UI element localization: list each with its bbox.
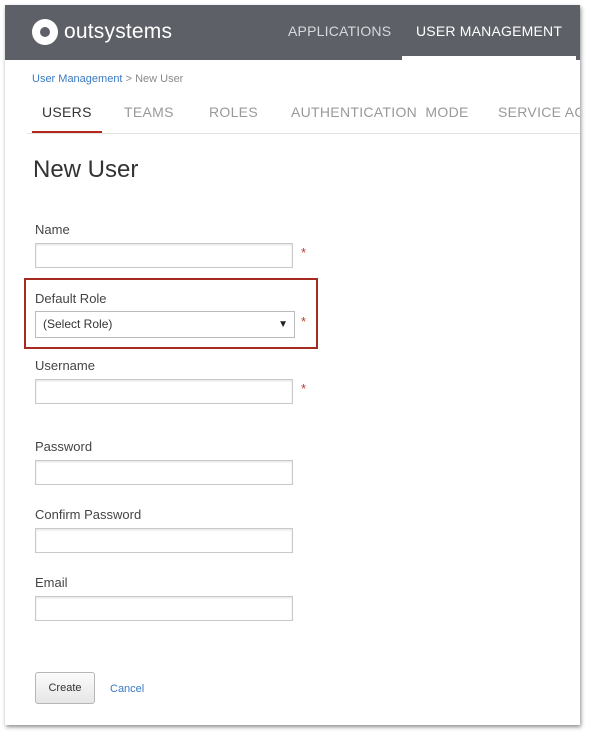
name-required-marker: * <box>301 245 307 260</box>
logo-text: outsystems <box>64 20 173 43</box>
default-role-select[interactable]: (Select Role) ▼ <box>35 311 295 338</box>
outsystems-logo[interactable]: outsystems <box>32 17 172 47</box>
create-button[interactable]: Create <box>35 672 95 704</box>
password-label: Password <box>35 439 93 454</box>
username-label: Username <box>35 358 95 373</box>
confirm-password-field[interactable] <box>35 528 293 553</box>
breadcrumb: User Management > New User <box>32 73 183 85</box>
password-field[interactable] <box>35 460 293 485</box>
topnav-applications[interactable]: APPLICATIONS <box>288 5 391 60</box>
name-label: Name <box>35 222 70 237</box>
logo-circle-icon <box>32 19 58 45</box>
tab-users[interactable]: USERS <box>32 93 102 133</box>
name-field[interactable] <box>35 243 293 268</box>
topnav-user-management[interactable]: USER MANAGEMENT <box>402 5 577 60</box>
tab-roles[interactable]: ROLES <box>209 93 258 133</box>
window-frame: outsystems APPLICATIONS USER MANAGEMENT … <box>5 5 580 725</box>
tab-teams[interactable]: TEAMS <box>124 93 174 133</box>
breadcrumb-current: New User <box>135 73 184 85</box>
tab-authentication-mode[interactable]: AUTHENTICATION MODE <box>291 93 469 133</box>
default-role-required-marker: * <box>301 314 307 329</box>
default-role-label: Default Role <box>35 291 107 306</box>
dropdown-caret-icon: ▼ <box>278 319 288 330</box>
confirm-password-label: Confirm Password <box>35 507 142 522</box>
username-required-marker: * <box>301 381 307 396</box>
default-role-selected-value: (Select Role) <box>43 317 113 331</box>
tab-service-accounts[interactable]: SERVICE ACC <box>498 93 580 133</box>
top-bar: outsystems APPLICATIONS USER MANAGEMENT <box>5 5 580 60</box>
breadcrumb-separator: > <box>125 73 132 85</box>
section-tabs: USERS TEAMS ROLES AUTHENTICATION MODE SE… <box>27 93 580 134</box>
page-title: New User <box>33 156 139 183</box>
email-label: Email <box>35 575 68 590</box>
cancel-link[interactable]: Cancel <box>110 683 144 695</box>
username-field[interactable] <box>35 379 293 404</box>
breadcrumb-user-management-link[interactable]: User Management <box>32 73 123 85</box>
email-field[interactable] <box>35 596 293 621</box>
